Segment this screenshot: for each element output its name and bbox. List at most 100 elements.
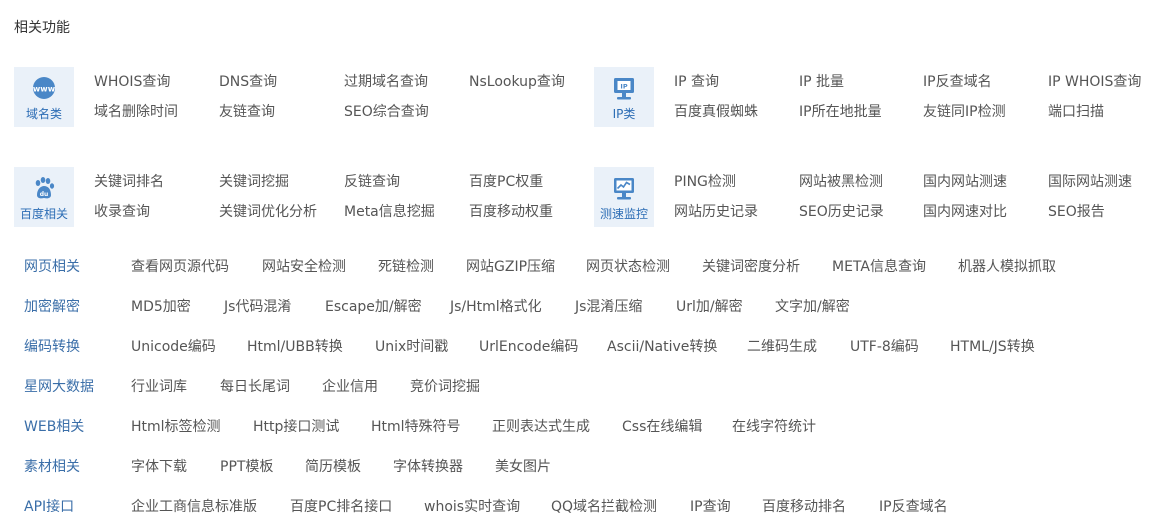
row-link[interactable]: Url加/解密 bbox=[676, 299, 743, 315]
link-ip-reverse-domain[interactable]: IP反查域名 bbox=[923, 74, 992, 90]
row-label: WEB相关 bbox=[24, 419, 85, 435]
row-link[interactable]: 查看网页源代码 bbox=[131, 259, 229, 275]
link-friendlink[interactable]: 友链查询 bbox=[219, 104, 275, 120]
row-link[interactable]: 二维码生成 bbox=[747, 339, 817, 355]
row-link[interactable]: 网站安全检测 bbox=[262, 259, 346, 275]
link-dns[interactable]: DNS查询 bbox=[219, 74, 277, 90]
group-ip: IP IP类 IP 查询 IP 批量 IP反查域名 IP WHOIS查询 百度真… bbox=[594, 67, 1150, 127]
link-index-query[interactable]: 收录查询 bbox=[94, 204, 150, 220]
svg-text:www: www bbox=[33, 85, 56, 94]
link-baidu-spider[interactable]: 百度真假蜘蛛 bbox=[674, 104, 758, 120]
group-speed-label: 测速监控 bbox=[599, 207, 648, 221]
link-domestic-speed-compare[interactable]: 国内网速对比 bbox=[923, 204, 1007, 220]
row-link[interactable]: Escape加/解密 bbox=[325, 299, 422, 315]
link-port-scan[interactable]: 端口扫描 bbox=[1048, 104, 1104, 120]
link-backlink-query[interactable]: 反链查询 bbox=[344, 174, 400, 190]
row-link[interactable]: 死链检测 bbox=[378, 259, 434, 275]
link-friendlink-same-ip[interactable]: 友链同IP检测 bbox=[923, 104, 1006, 120]
row-label: 编码转换 bbox=[24, 339, 80, 355]
row-link[interactable]: Css在线编辑 bbox=[622, 419, 702, 435]
link-expired-domain[interactable]: 过期域名查询 bbox=[344, 74, 428, 90]
group-baidu: du 百度相关 关键词排名 关键词挖掘 反链查询 百度PC权重 收录查询 关键词… bbox=[14, 167, 574, 227]
link-seo-report[interactable]: SEO报告 bbox=[1048, 204, 1105, 220]
svg-text:du: du bbox=[40, 191, 49, 198]
row-link[interactable]: UrlEncode编码 bbox=[479, 339, 578, 355]
row-link[interactable]: Ascii/Native转换 bbox=[607, 339, 717, 355]
group-domain-badge[interactable]: www 域名类 bbox=[14, 67, 74, 127]
link-ip-location-batch[interactable]: IP所在地批量 bbox=[799, 104, 882, 120]
group-baidu-badge[interactable]: du 百度相关 bbox=[14, 167, 74, 227]
row-link[interactable]: META信息查询 bbox=[832, 259, 926, 275]
row-link[interactable]: Http接口测试 bbox=[253, 419, 339, 435]
www-globe-icon: www bbox=[33, 77, 56, 99]
link-nslookup[interactable]: NsLookup查询 bbox=[469, 74, 565, 90]
row-link[interactable]: 机器人模拟抓取 bbox=[958, 259, 1056, 275]
row-link[interactable]: 字体转换器 bbox=[393, 459, 463, 475]
row-link[interactable]: 美女图片 bbox=[495, 459, 551, 475]
group-ip-badge[interactable]: IP IP类 bbox=[594, 67, 654, 127]
row-link[interactable]: IP反查域名 bbox=[879, 499, 948, 515]
row-link[interactable]: Js混淆压缩 bbox=[575, 299, 642, 315]
row-link[interactable]: Html/UBB转换 bbox=[247, 339, 343, 355]
group-speed: 测速监控 PING检测 网站被黑检测 国内网站测速 国际网站测速 网站历史记录 … bbox=[594, 167, 1150, 227]
row-link[interactable]: 企业信用 bbox=[322, 379, 378, 395]
link-ping[interactable]: PING检测 bbox=[674, 174, 736, 190]
row-webpage: 网页相关 查看网页源代码 网站安全检测 死链检测 网站GZIP压缩 网页状态检测… bbox=[0, 259, 1150, 279]
row-link[interactable]: PPT模板 bbox=[220, 459, 273, 475]
row-link[interactable]: 文字加/解密 bbox=[775, 299, 850, 315]
row-link[interactable]: 百度移动排名 bbox=[762, 499, 846, 515]
link-keyword-rank[interactable]: 关键词排名 bbox=[94, 174, 164, 190]
row-link[interactable]: 正则表达式生成 bbox=[492, 419, 590, 435]
row-link[interactable]: 网站GZIP压缩 bbox=[466, 259, 555, 275]
row-link[interactable]: Html特殊符号 bbox=[371, 419, 461, 435]
row-encoding: 编码转换 Unicode编码 Html/UBB转换 Unix时间戳 UrlEnc… bbox=[0, 339, 1150, 359]
link-domain-delete-time[interactable]: 域名删除时间 bbox=[94, 104, 178, 120]
row-link[interactable]: MD5加密 bbox=[131, 299, 191, 315]
link-seo-history[interactable]: SEO历史记录 bbox=[799, 204, 884, 220]
speed-chart-icon bbox=[614, 178, 634, 200]
row-link[interactable]: Unix时间戳 bbox=[375, 339, 448, 355]
group-speed-badge[interactable]: 测速监控 bbox=[594, 167, 654, 227]
group-domain: www 域名类 WHOIS查询 DNS查询 过期域名查询 NsLookup查询 … bbox=[14, 67, 574, 127]
row-link[interactable]: QQ域名拦截检测 bbox=[551, 499, 657, 515]
row-label: 素材相关 bbox=[24, 459, 80, 475]
link-seo-overview[interactable]: SEO综合查询 bbox=[344, 104, 429, 120]
row-link[interactable]: 在线字符统计 bbox=[732, 419, 816, 435]
row-link[interactable]: Js/Html格式化 bbox=[450, 299, 542, 315]
row-link[interactable]: 行业词库 bbox=[131, 379, 187, 395]
row-link[interactable]: 字体下载 bbox=[131, 459, 187, 475]
row-link[interactable]: UTF-8编码 bbox=[850, 339, 919, 355]
group-ip-label: IP类 bbox=[612, 107, 636, 121]
row-web: WEB相关 Html标签检测 Http接口测试 Html特殊符号 正则表达式生成… bbox=[0, 419, 1150, 439]
row-link[interactable]: Html标签检测 bbox=[131, 419, 221, 435]
baidu-paw-icon: du bbox=[35, 177, 55, 199]
group-baidu-label: 百度相关 bbox=[19, 207, 68, 221]
row-link[interactable]: 百度PC排名接口 bbox=[290, 499, 392, 515]
row-link[interactable]: 简历模板 bbox=[305, 459, 361, 475]
link-ip-whois[interactable]: IP WHOIS查询 bbox=[1048, 74, 1141, 90]
row-link[interactable]: 企业工商信息标准版 bbox=[131, 499, 257, 515]
row-link[interactable]: 关键词密度分析 bbox=[702, 259, 800, 275]
row-link[interactable]: IP查询 bbox=[690, 499, 731, 515]
row-link[interactable]: 竞价词挖掘 bbox=[410, 379, 480, 395]
link-whois[interactable]: WHOIS查询 bbox=[94, 74, 170, 90]
link-site-history[interactable]: 网站历史记录 bbox=[674, 204, 758, 220]
link-ip-batch[interactable]: IP 批量 bbox=[799, 74, 844, 90]
row-link[interactable]: whois实时查询 bbox=[424, 499, 520, 515]
row-link[interactable]: 网页状态检测 bbox=[586, 259, 670, 275]
link-meta-mining[interactable]: Meta信息挖掘 bbox=[344, 204, 435, 220]
row-link[interactable]: HTML/JS转换 bbox=[950, 339, 1035, 355]
row-label: API接口 bbox=[24, 499, 75, 515]
link-baidu-mobile-weight[interactable]: 百度移动权重 bbox=[469, 204, 553, 220]
group-domain-label: 域名类 bbox=[25, 107, 62, 121]
link-keyword-mining[interactable]: 关键词挖掘 bbox=[219, 174, 289, 190]
link-keyword-optimize[interactable]: 关键词优化分析 bbox=[219, 204, 317, 220]
row-link[interactable]: Js代码混淆 bbox=[224, 299, 291, 315]
row-link[interactable]: 每日长尾词 bbox=[220, 379, 290, 395]
link-ip-query[interactable]: IP 查询 bbox=[674, 74, 719, 90]
link-baidu-pc-weight[interactable]: 百度PC权重 bbox=[469, 174, 543, 190]
link-intl-speed[interactable]: 国际网站测速 bbox=[1048, 174, 1132, 190]
link-domestic-speed[interactable]: 国内网站测速 bbox=[923, 174, 1007, 190]
link-hacked-check[interactable]: 网站被黑检测 bbox=[799, 174, 883, 190]
row-link[interactable]: Unicode编码 bbox=[131, 339, 216, 355]
